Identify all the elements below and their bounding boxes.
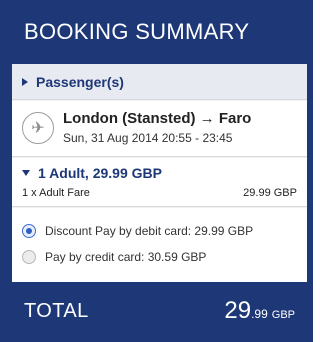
- flight-datetime: Sun, 31 Aug 2014 20:55 - 23:45: [63, 131, 233, 145]
- credit-option-label: Pay by credit card: 30.59 GBP: [45, 250, 207, 264]
- debit-radio[interactable]: [22, 224, 36, 238]
- flight-details: ✈ London (Stansted) → Faro Sun, 31 Aug 2…: [12, 101, 307, 157]
- total-currency: GBP: [271, 309, 295, 321]
- booking-details-panel: Passenger(s) ✈ London (Stansted) → Faro …: [12, 64, 307, 282]
- triangle-right-icon: [22, 77, 28, 86]
- airplane-icon: ✈: [22, 112, 54, 144]
- total-amount: 29 .99 GBP: [224, 297, 295, 325]
- booking-summary-title: BOOKING SUMMARY: [24, 19, 250, 44]
- fare-heading: 1 Adult, 29.99 GBP: [38, 165, 162, 181]
- total-label: TOTAL: [24, 300, 89, 322]
- booking-summary-widget: BOOKING SUMMARY Passenger(s) ✈ London (S…: [0, 0, 313, 342]
- booking-summary-header: BOOKING SUMMARY: [0, 0, 313, 64]
- passengers-label: Passenger(s): [36, 73, 124, 90]
- fare-breakdown: 1 Adult, 29.99 GBP 1 x Adult Fare 29.99 …: [12, 158, 307, 207]
- passengers-toggle[interactable]: Passenger(s): [12, 64, 307, 100]
- payment-option-debit[interactable]: Discount Pay by debit card: 29.99 GBP: [22, 224, 253, 238]
- fare-toggle[interactable]: 1 Adult, 29.99 GBP: [22, 165, 162, 181]
- total-amount-major: 29: [224, 297, 252, 324]
- fare-line-value: 29.99 GBP: [243, 187, 297, 199]
- flight-route: London (Stansted) → Faro: [63, 110, 252, 127]
- payment-options: Discount Pay by debit card: 29.99 GBP Pa…: [12, 208, 307, 282]
- debit-option-label: Discount Pay by debit card: 29.99 GBP: [45, 224, 254, 238]
- total-bar: TOTAL 29 .99 GBP: [0, 282, 313, 342]
- triangle-down-icon: [22, 170, 30, 176]
- payment-option-credit[interactable]: Pay by credit card: 30.59 GBP: [22, 250, 206, 264]
- total-amount-minor: .99: [251, 307, 268, 321]
- fare-line-label: 1 x Adult Fare: [22, 187, 90, 199]
- credit-radio[interactable]: [22, 250, 36, 264]
